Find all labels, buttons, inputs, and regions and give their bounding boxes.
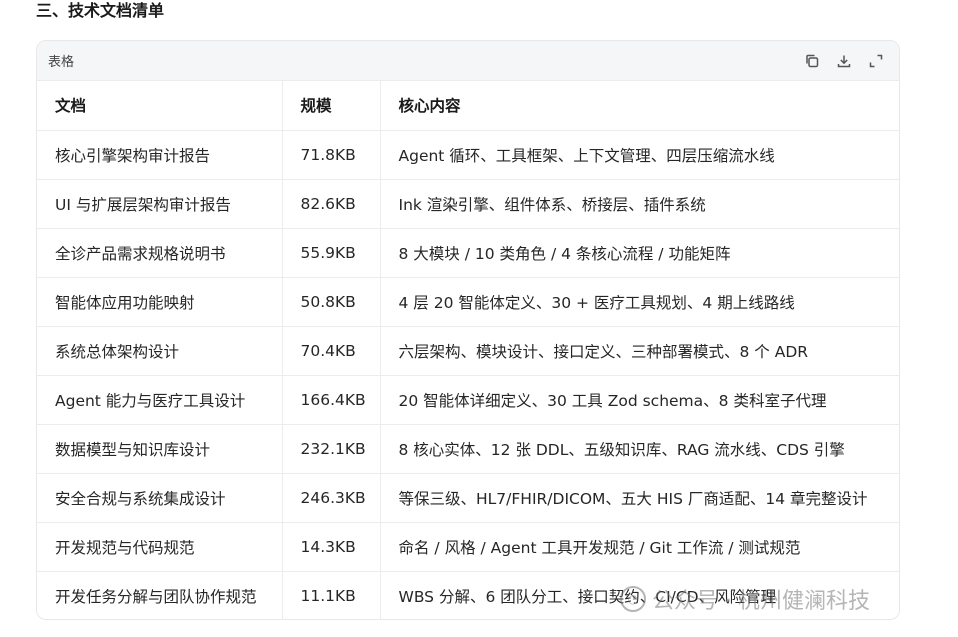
expand-icon[interactable]: [867, 52, 885, 70]
table-row: 数据模型与知识库设计 232.1KB 8 核心实体、12 张 DDL、五级知识库…: [37, 424, 899, 474]
cell-doc: 全诊产品需求规格说明书: [37, 228, 283, 278]
cell-size: 14.3KB: [282, 522, 381, 572]
cell-size: 71.8KB: [282, 130, 381, 180]
cell-content: 8 大模块 / 10 类角色 / 4 条核心流程 / 功能矩阵: [380, 228, 899, 278]
cell-doc: 系统总体架构设计: [37, 326, 283, 376]
cell-doc: Agent 能力与医疗工具设计: [37, 375, 283, 425]
cell-content: 命名 / 风格 / Agent 工具开发规范 / Git 工作流 / 测试规范: [380, 522, 899, 572]
copy-icon[interactable]: [803, 52, 821, 70]
cell-size: 11.1KB: [282, 571, 381, 619]
cell-doc: 开发任务分解与团队协作规范: [37, 571, 283, 619]
cell-doc: UI 与扩展层架构审计报告: [37, 179, 283, 229]
table-toolbar: [803, 52, 885, 70]
cell-size: 232.1KB: [282, 424, 381, 474]
section-title: 三、技术文档清单: [36, 1, 165, 20]
cell-content: WBS 分解、6 团队分工、接口契约、CI/CD、风险管理: [398, 587, 777, 606]
table-card-header: 表格: [37, 41, 899, 81]
cell-content: 六层架构、模块设计、接口定义、三种部署模式、8 个 ADR: [380, 326, 899, 376]
cell-size: 55.9KB: [282, 228, 381, 278]
cell-content: Ink 渲染引擎、组件体系、桥接层、插件系统: [380, 179, 899, 229]
cell-content: 20 智能体详细定义、30 工具 Zod schema、8 类科室子代理: [380, 375, 899, 425]
cell-content: 4 层 20 智能体定义、30 + 医疗工具规划、4 期上线路线: [380, 277, 899, 327]
cell-size: 70.4KB: [282, 326, 381, 376]
document-table: 文档 规模 核心内容 核心引擎架构审计报告 71.8KB Agent 循环、工具…: [37, 81, 899, 619]
table-header-row: 文档 规模 核心内容: [37, 81, 899, 131]
cell-size: 82.6KB: [282, 179, 381, 229]
cell-doc: 核心引擎架构审计报告: [37, 130, 283, 180]
column-header-doc: 文档: [37, 81, 283, 131]
cell-size: 50.8KB: [282, 277, 381, 327]
cell-doc: 开发规范与代码规范: [37, 522, 283, 572]
cell-content: 8 核心实体、12 张 DDL、五级知识库、RAG 流水线、CDS 引擎: [380, 424, 899, 474]
cell-content: 等保三级、HL7/FHIR/DICOM、五大 HIS 厂商适配、14 章完整设计: [380, 473, 899, 523]
cell-content: Agent 循环、工具框架、上下文管理、四层压缩流水线: [380, 130, 899, 180]
table-card-label: 表格: [48, 55, 75, 70]
table-row: 安全合规与系统集成设计 246.3KB 等保三级、HL7/FHIR/DICOM、…: [37, 473, 899, 523]
cell-doc: 安全合规与系统集成设计: [37, 473, 283, 523]
cell-size: 246.3KB: [282, 473, 381, 523]
column-header-size: 规模: [282, 81, 381, 131]
cell-size: 166.4KB: [282, 375, 381, 425]
download-icon[interactable]: [835, 52, 853, 70]
cell-doc: 数据模型与知识库设计: [37, 424, 283, 474]
cell-doc: 智能体应用功能映射: [37, 277, 283, 327]
table-card: 表格 文档 规模 核心内容 核心引擎架构审计报告 71.8KB Agent 循环…: [36, 40, 900, 620]
table-row: Agent 能力与医疗工具设计 166.4KB 20 智能体详细定义、30 工具…: [37, 375, 899, 425]
table-row: 核心引擎架构审计报告 71.8KB Agent 循环、工具框架、上下文管理、四层…: [37, 130, 899, 180]
table-row: 智能体应用功能映射 50.8KB 4 层 20 智能体定义、30 + 医疗工具规…: [37, 277, 899, 327]
table-row: UI 与扩展层架构审计报告 82.6KB Ink 渲染引擎、组件体系、桥接层、插…: [37, 179, 899, 229]
table-row: 开发规范与代码规范 14.3KB 命名 / 风格 / Agent 工具开发规范 …: [37, 522, 899, 572]
table-row: 全诊产品需求规格说明书 55.9KB 8 大模块 / 10 类角色 / 4 条核…: [37, 228, 899, 278]
column-header-content: 核心内容: [380, 81, 899, 131]
table-row: 系统总体架构设计 70.4KB 六层架构、模块设计、接口定义、三种部署模式、8 …: [37, 326, 899, 376]
table-row: 开发任务分解与团队协作规范 11.1KB WBS 分解、6 团队分工、接口契约、…: [37, 571, 899, 619]
